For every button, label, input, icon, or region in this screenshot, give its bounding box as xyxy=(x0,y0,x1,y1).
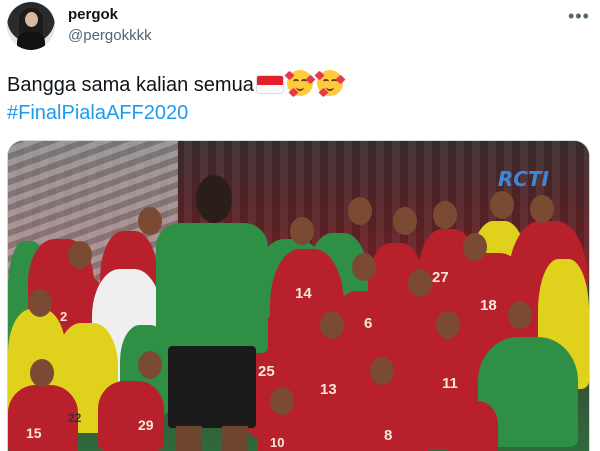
player-head xyxy=(28,289,52,317)
user-handle[interactable]: @pergokkkk xyxy=(68,27,152,44)
tweet-text-line: Bangga sama kalian semua xyxy=(7,70,346,99)
coach-shirt xyxy=(156,223,268,353)
jersey-number: 10 xyxy=(270,435,285,450)
jersey-number: 25 xyxy=(258,363,275,380)
player-head xyxy=(408,269,432,297)
display-name[interactable]: pergok xyxy=(68,6,118,23)
player-head xyxy=(393,207,417,235)
avatar-body xyxy=(17,32,45,50)
coach-leg xyxy=(176,426,202,451)
player-head xyxy=(352,253,376,281)
flag-indonesia-icon xyxy=(256,76,283,93)
jersey-number: 14 xyxy=(295,285,312,302)
smiling-face-with-hearts-icon xyxy=(284,70,316,98)
jersey-number: 6 xyxy=(364,315,373,332)
jersey-number: 8 xyxy=(384,427,393,444)
player-head xyxy=(436,311,460,339)
tweet-text: Bangga sama kalian semua #FinalPialaAFF2… xyxy=(7,70,346,127)
tweet-text-body: Bangga sama kalian semua xyxy=(7,74,254,96)
jersey-number: 11 xyxy=(442,375,458,392)
jersey-number: 15 xyxy=(26,425,42,441)
player-head xyxy=(138,351,162,379)
coach-shorts xyxy=(168,346,256,428)
player-head xyxy=(320,311,344,339)
jersey-number: 29 xyxy=(138,417,154,433)
player-head xyxy=(68,241,92,269)
player-head xyxy=(290,217,314,245)
player xyxy=(258,411,318,451)
player-head xyxy=(348,197,372,225)
player-head xyxy=(508,301,532,329)
player-head xyxy=(370,357,394,385)
tweet: pergok @pergokkkk ••• Bangga sama kalian… xyxy=(0,0,600,451)
player-head xyxy=(138,207,162,235)
player xyxy=(448,401,498,451)
avatar[interactable] xyxy=(7,2,55,50)
jersey-number: 27 xyxy=(432,269,449,286)
player-head xyxy=(433,201,457,229)
jersey-number: 22 xyxy=(68,411,82,425)
avatar-face xyxy=(25,12,38,27)
coach-head xyxy=(196,175,232,223)
player-head xyxy=(463,233,487,261)
player-head xyxy=(30,359,54,387)
more-horizontal-icon[interactable]: ••• xyxy=(568,6,590,27)
player-head xyxy=(530,195,554,223)
tweet-photo[interactable]: RCTI 14 27 18 6 25 13 11 8 15 29 10 22 2 xyxy=(7,140,590,451)
broadcaster-logo: RCTI xyxy=(497,167,549,191)
hashtag-link[interactable]: #FinalPialaAFF2020 xyxy=(7,99,343,127)
jersey-number: 13 xyxy=(320,381,337,398)
player-head xyxy=(270,387,294,415)
player-head xyxy=(490,191,514,219)
jersey-number: 2 xyxy=(60,309,68,324)
smiling-face-with-hearts-icon xyxy=(314,70,346,98)
jersey-number: 18 xyxy=(480,297,497,314)
player xyxy=(98,381,164,451)
coach-leg xyxy=(222,426,248,451)
